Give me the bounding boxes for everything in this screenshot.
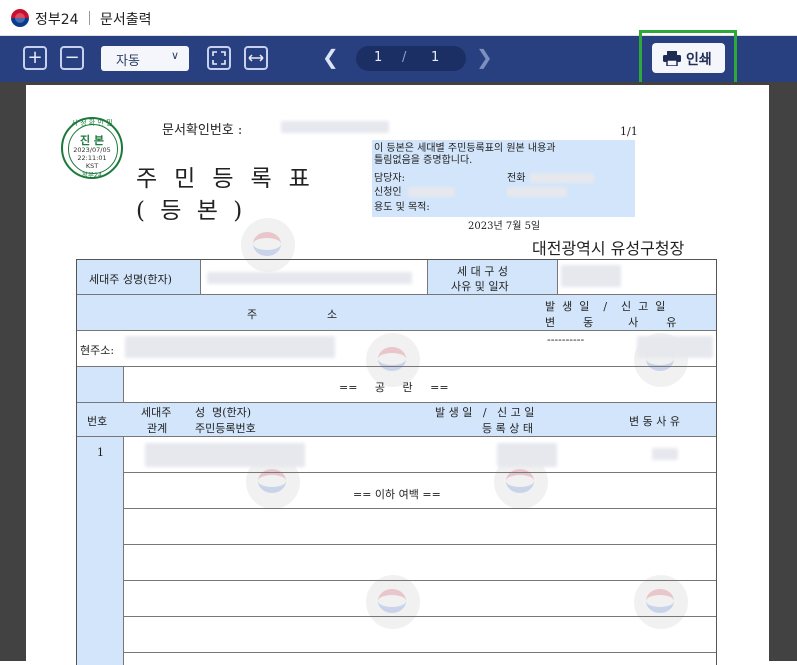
- issuer-name: 대전광역시 유성구청장: [532, 239, 685, 258]
- fit-width-button[interactable]: [244, 46, 268, 70]
- total-pages: 1: [431, 50, 440, 65]
- zoom-out-button[interactable]: −: [60, 46, 84, 70]
- doc-number-label: 문서확인번호 :: [162, 123, 243, 138]
- col-number: 번호: [87, 415, 108, 428]
- page-count: 1/1: [620, 125, 638, 138]
- chevron-down-icon: ∨: [171, 49, 180, 62]
- redacted-doc-number: [281, 121, 389, 133]
- next-page-button[interactable]: ❯: [476, 45, 493, 69]
- fit-width-icon: [248, 54, 264, 62]
- gov24-logo-icon: [11, 9, 29, 27]
- zoom-in-button[interactable]: +: [23, 46, 47, 70]
- current-page[interactable]: 1: [374, 50, 382, 65]
- current-address-label: 현주소:: [80, 344, 115, 357]
- occurrence-date-header: 발 생 일 / 신 고 일: [545, 300, 666, 313]
- col-name: 성 명(한자): [195, 406, 252, 419]
- window-title: 문서출력: [100, 12, 152, 28]
- householder-name-header: 세대주 성명(한자): [89, 273, 172, 286]
- document-viewer[interactable]: 시 정 확 인 필 진 본 2023/07/05 22:11:01 KST 정부…: [0, 82, 797, 665]
- end-of-list-note: == 이하 여백 ==: [353, 488, 441, 501]
- col-occurrence: 발 생 일 / 신 고 일: [435, 406, 535, 419]
- app-name: 정부24: [35, 12, 79, 28]
- table-row-number: 1: [97, 446, 104, 459]
- col-relation: 세대주: [141, 406, 172, 419]
- prev-page-button[interactable]: ❮: [322, 45, 339, 69]
- document-subtitle: ( 등 본 ): [136, 198, 247, 224]
- resident-register-table: 세대주 성명(한자) 세 대 구 성 사유 및 일자 주 소 발 생 일 / 신…: [76, 259, 717, 665]
- page-separator: /: [402, 50, 407, 65]
- document-page: 시 정 확 인 필 진 본 2023/07/05 22:11:01 KST 정부…: [26, 85, 769, 665]
- zoom-select-value: 자동: [116, 54, 140, 69]
- print-button-label: 인쇄: [686, 52, 712, 68]
- certification-box: 이 등본은 세대별 주민등록표의 원본 내용과 틀림없음을 증명합니다. 담당자…: [372, 140, 635, 217]
- zoom-select[interactable]: 자동 ∨: [101, 46, 189, 71]
- issue-date: 2023년 7월 5일: [468, 221, 541, 232]
- household-composition-header: 세 대 구 성: [457, 265, 508, 278]
- printer-icon: [663, 51, 681, 66]
- vacant-note: == 공 란 ==: [339, 381, 449, 394]
- fit-page-icon: [212, 51, 226, 65]
- col-reason: 변 동 사 유: [629, 415, 680, 428]
- col-status: 등 록 상 태: [482, 422, 533, 435]
- fit-page-button[interactable]: [207, 46, 231, 70]
- address-column-header: 주 소: [247, 308, 338, 321]
- print-button[interactable]: 인쇄: [652, 43, 725, 73]
- print-highlight: 인쇄: [639, 30, 737, 86]
- page-indicator: 1 / 1: [356, 46, 466, 71]
- title-separator: [89, 11, 90, 25]
- document-title: 주민등록표: [136, 166, 327, 192]
- authentication-stamp: 시 정 확 인 필 진 본 2023/07/05 22:11:01 KST 정부…: [61, 117, 123, 179]
